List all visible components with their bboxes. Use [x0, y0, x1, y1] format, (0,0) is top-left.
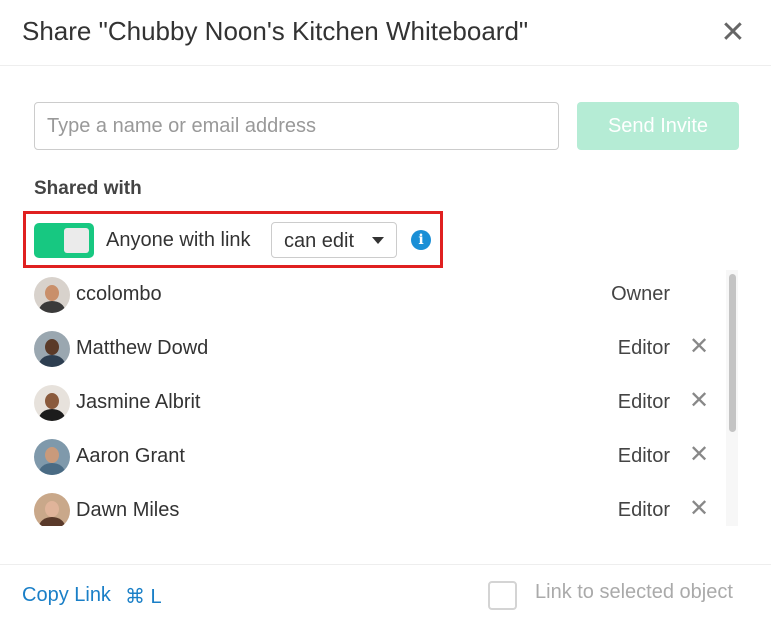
- remove-icon[interactable]: ✕: [688, 334, 710, 360]
- avatar: [34, 385, 70, 421]
- permission-dropdown[interactable]: can edit: [271, 222, 397, 258]
- user-name: Aaron Grant: [76, 445, 185, 467]
- link-to-selected-checkbox[interactable]: [488, 581, 517, 610]
- user-role: Editor: [617, 445, 670, 467]
- user-row: Jasmine Albrit Editor ✕: [34, 376, 724, 430]
- user-name: Matthew Dowd: [76, 337, 209, 359]
- user-row: ccolombo Owner: [34, 268, 724, 322]
- user-row: Dawn Miles Editor ✕: [34, 484, 724, 526]
- toggle-knob: [64, 228, 89, 253]
- user-row: Aaron Grant Editor ✕: [34, 430, 724, 484]
- shared-with-label: Shared with: [34, 178, 142, 199]
- send-invite-button[interactable]: Send Invite: [577, 102, 739, 150]
- scrollbar[interactable]: [726, 270, 738, 526]
- scrollbar-thumb[interactable]: [729, 274, 736, 432]
- anyone-with-link-label: Anyone with link: [106, 229, 251, 251]
- avatar: [34, 331, 70, 367]
- user-role: Editor: [617, 337, 670, 359]
- info-icon[interactable]: i: [411, 230, 431, 250]
- avatar: [34, 277, 70, 313]
- user-role: Editor: [617, 391, 670, 413]
- remove-icon[interactable]: ✕: [688, 496, 710, 522]
- user-name: Jasmine Albrit: [76, 391, 201, 413]
- dialog-footer: Copy Link ⌘ L Link to selected object: [0, 564, 771, 621]
- user-role: Owner: [611, 283, 670, 305]
- shared-users-list: ccolombo Owner Matthew Dowd Editor ✕ Jas…: [34, 268, 724, 526]
- remove-icon[interactable]: ✕: [688, 388, 710, 414]
- copy-link-button[interactable]: Copy Link: [22, 584, 111, 607]
- invite-input[interactable]: [34, 102, 559, 150]
- close-icon[interactable]: ✕: [719, 18, 747, 48]
- user-role: Editor: [617, 499, 670, 521]
- dialog-title: Share "Chubby Noon's Kitchen Whiteboard": [22, 16, 529, 46]
- copy-link-shortcut: ⌘ L: [125, 586, 162, 608]
- user-name: Dawn Miles: [76, 499, 180, 521]
- permission-value: can edit: [284, 230, 355, 252]
- user-name: ccolombo: [76, 283, 162, 305]
- avatar: [34, 493, 70, 526]
- chevron-down-icon: [372, 237, 384, 244]
- link-sharing-row: Anyone with link can edit i: [23, 211, 443, 268]
- remove-icon[interactable]: ✕: [688, 442, 710, 468]
- user-row: Matthew Dowd Editor ✕: [34, 322, 724, 376]
- dialog-header: Share "Chubby Noon's Kitchen Whiteboard"…: [0, 0, 771, 66]
- link-to-selected-label: Link to selected object: [535, 581, 733, 603]
- avatar: [34, 439, 70, 475]
- link-sharing-toggle[interactable]: [34, 223, 94, 258]
